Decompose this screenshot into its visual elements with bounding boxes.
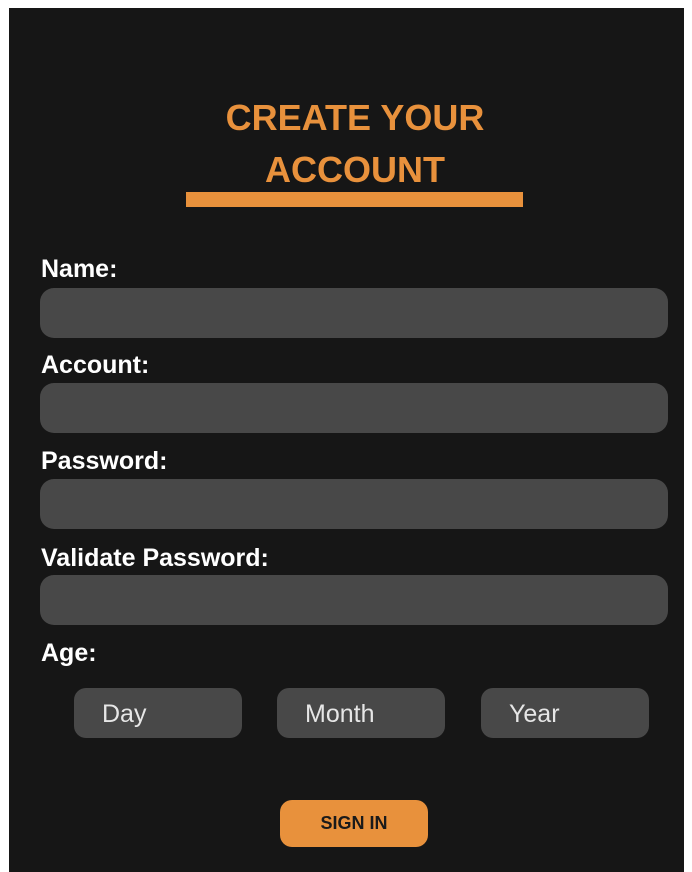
validate-password-input[interactable] bbox=[40, 575, 668, 625]
age-month-placeholder: Month bbox=[305, 700, 375, 728]
title-underline bbox=[186, 192, 523, 207]
age-day-select[interactable]: Day bbox=[74, 688, 242, 738]
age-month-select[interactable]: Month bbox=[277, 688, 445, 738]
age-day-placeholder: Day bbox=[102, 700, 147, 728]
age-year-select[interactable]: Year bbox=[481, 688, 649, 738]
title-line-2: ACCOUNT bbox=[265, 149, 445, 190]
age-year-placeholder: Year bbox=[509, 700, 560, 728]
title-line-1: CREATE YOUR bbox=[225, 97, 485, 138]
account-label: Account: bbox=[41, 351, 150, 379]
password-label: Password: bbox=[41, 447, 168, 475]
page-title: CREATE YOUR ACCOUNT bbox=[0, 92, 692, 196]
signup-panel: CREATE YOUR ACCOUNT Name: Account: Passw… bbox=[9, 8, 684, 872]
name-input[interactable] bbox=[40, 288, 668, 338]
account-input[interactable] bbox=[40, 383, 668, 433]
sign-in-button[interactable]: SIGN IN bbox=[280, 800, 428, 847]
validate-password-label: Validate Password: bbox=[41, 544, 269, 572]
age-label: Age: bbox=[41, 639, 97, 667]
name-label: Name: bbox=[41, 255, 118, 283]
password-input[interactable] bbox=[40, 479, 668, 529]
